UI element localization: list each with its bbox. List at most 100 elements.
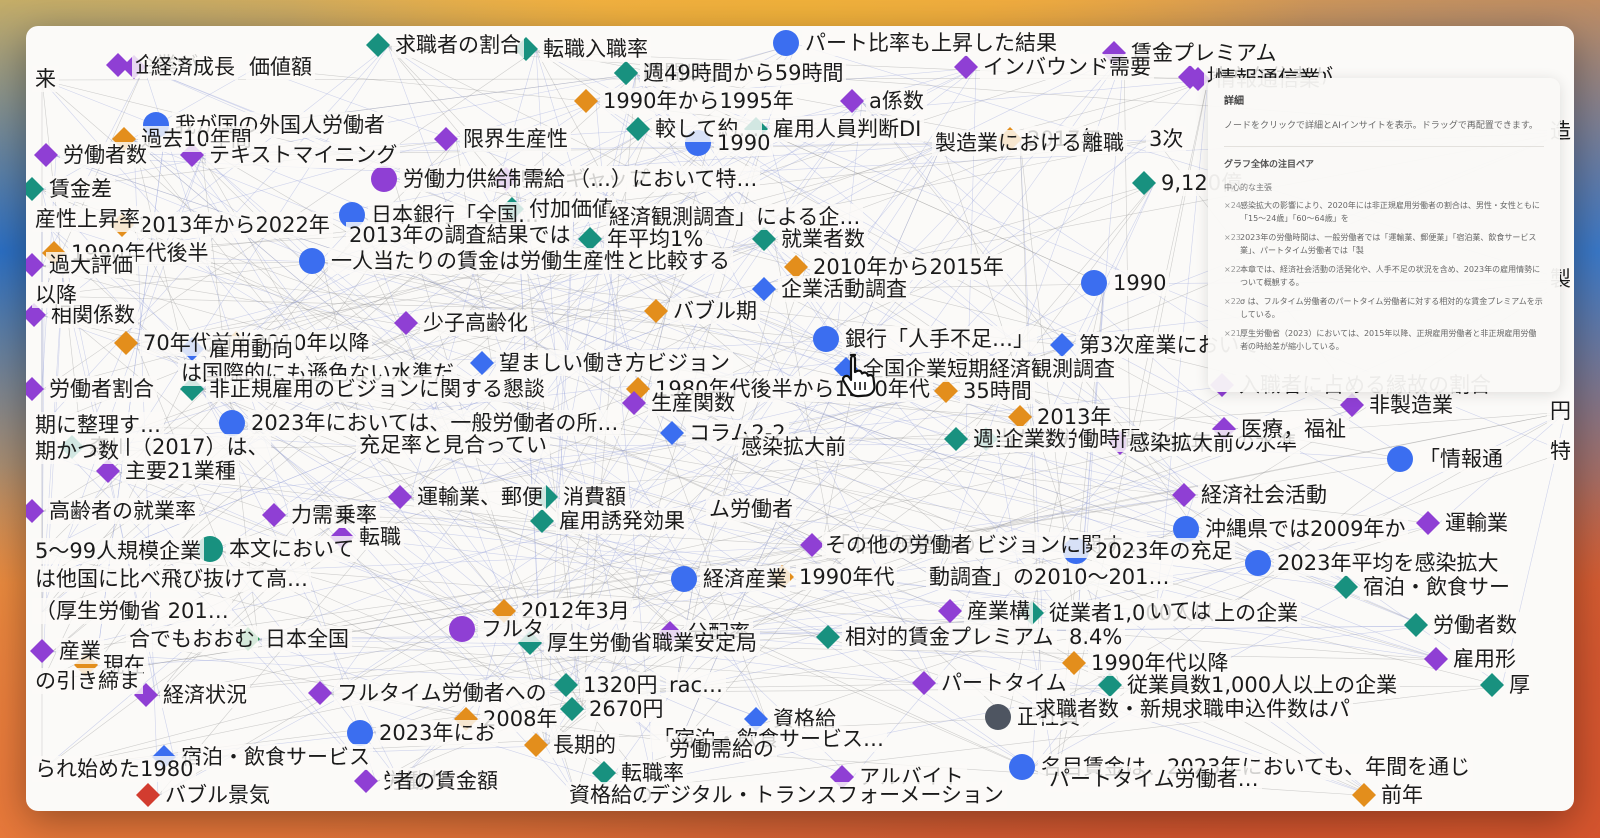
- node-marker-circle[interactable]: [347, 720, 373, 746]
- node-marker-diamond[interactable]: [330, 525, 354, 549]
- graph-edge: [41, 425, 367, 447]
- node-marker-diamond[interactable]: [26, 177, 44, 201]
- node-marker-diamond[interactable]: [180, 143, 204, 167]
- graph-edge: [219, 549, 541, 645]
- node-marker-diamond[interactable]: [42, 241, 66, 265]
- graph-edge: [155, 613, 1043, 697]
- node-marker-circle[interactable]: [1063, 538, 1089, 564]
- pair-item[interactable]: ×22 本章では、経済社会活動の活発化や、人手不足の状況を含め、2023年の雇用情…: [1224, 263, 1544, 289]
- graph-edge: [1123, 53, 1131, 445]
- graph-window: 求職者の割合 転職入職率 時間以上 パート比率も上昇した結果 賃金プレミアム 地方在住者が…: [26, 26, 1574, 811]
- node-marker-circle[interactable]: [219, 410, 245, 436]
- node-marker-diamond[interactable]: [492, 599, 516, 623]
- node-marker-diamond[interactable]: [180, 377, 204, 401]
- node-marker-diamond[interactable]: [578, 227, 602, 251]
- node-marker-diamond[interactable]: [626, 117, 650, 141]
- node-marker-diamond[interactable]: [180, 337, 204, 361]
- node-marker-diamond[interactable]: [1480, 673, 1504, 697]
- node-marker-circle[interactable]: [1081, 270, 1107, 296]
- node-marker-diamond[interactable]: [934, 379, 958, 403]
- node-marker-diamond[interactable]: [1050, 333, 1074, 357]
- node-marker-circle[interactable]: [813, 326, 839, 352]
- node-marker-diamond[interactable]: [912, 671, 936, 695]
- node-marker-circle[interactable]: [449, 616, 475, 642]
- node-marker-diamond[interactable]: [60, 435, 84, 459]
- pair-text: 感染拡大の影響により、2020年には非正規雇用労働者の割合は、男性・女性ともに「…: [1240, 201, 1540, 223]
- graph-edge: [41, 373, 189, 683]
- node-marker-circle[interactable]: [685, 130, 711, 156]
- node-marker-diamond[interactable]: [1132, 171, 1156, 195]
- node-marker-circle[interactable]: [1009, 754, 1035, 780]
- node-marker-diamond[interactable]: [830, 765, 854, 789]
- graph-edge: [135, 639, 477, 721]
- node-marker-diamond[interactable]: [26, 303, 46, 327]
- graph-edge: [471, 411, 1567, 631]
- node-marker-diamond[interactable]: [434, 127, 458, 151]
- node-marker-diamond[interactable]: [1098, 673, 1122, 697]
- node-marker-diamond[interactable]: [1102, 41, 1126, 65]
- pair-item[interactable]: ×22 σ は、フルタイム労働者のパートタイム労働者に対する相対的な賃金プレミアム…: [1224, 295, 1544, 321]
- node-marker-diamond[interactable]: [524, 733, 548, 757]
- pair-count: ×23: [1224, 233, 1241, 242]
- node-marker-diamond[interactable]: [1404, 613, 1428, 637]
- node-marker-circle[interactable]: [985, 704, 1011, 730]
- node-marker-circle[interactable]: [197, 536, 223, 562]
- node-marker-diamond[interactable]: [34, 143, 58, 167]
- node-marker-diamond[interactable]: [954, 55, 978, 79]
- node-marker-diamond[interactable]: [744, 707, 768, 731]
- node-marker-diamond[interactable]: [26, 377, 44, 401]
- node-marker-diamond[interactable]: [152, 745, 176, 769]
- node-marker-circle[interactable]: [1387, 446, 1413, 472]
- node-marker-diamond[interactable]: [136, 783, 160, 807]
- node-marker-diamond[interactable]: [262, 503, 286, 527]
- node-marker-circle[interactable]: [773, 30, 799, 56]
- node-marker-diamond[interactable]: [26, 499, 44, 523]
- pair-count: ×24: [1224, 201, 1241, 210]
- graph-edge: [51, 651, 677, 687]
- node-marker-diamond[interactable]: [366, 33, 390, 57]
- node-marker-diamond[interactable]: [514, 37, 538, 61]
- node-marker-circle[interactable]: [1245, 550, 1271, 576]
- pair-item[interactable]: ×23 2023年の労働時間は、一般労働者では「運輸業、郵便業」「宿泊業、飲食サー…: [1224, 231, 1544, 257]
- node-marker-diamond[interactable]: [592, 761, 616, 785]
- graph-edge: [41, 67, 145, 297]
- node-marker-circle[interactable]: [299, 248, 325, 274]
- graph-edge: [387, 45, 1209, 81]
- node-marker-diamond[interactable]: [112, 127, 136, 151]
- node-marker-circle[interactable]: [1173, 516, 1199, 542]
- pair-item[interactable]: ×24 感染拡大の影響により、2020年には非正規雇用労働者の割合は、男性・女性と…: [1224, 199, 1544, 225]
- node-marker-diamond[interactable]: [26, 253, 44, 277]
- panel-hint: ノードをクリックで詳細とAIインサイトを表示。ドラッグで再配置できます。: [1224, 121, 1538, 131]
- graph-edge: [959, 183, 1155, 613]
- graph-edge: [81, 155, 203, 449]
- node-marker-diamond[interactable]: [1062, 651, 1086, 675]
- node-marker-diamond[interactable]: [394, 311, 418, 335]
- graph-edge: [409, 391, 957, 499]
- node-marker-circle[interactable]: [143, 112, 169, 138]
- node-marker-circle[interactable]: [671, 566, 697, 592]
- pair-text: 厚生労働省（2023）においては、2015年以降、正規雇用労働者と非正規雇用労働…: [1240, 329, 1537, 351]
- node-marker-diamond[interactable]: [308, 681, 332, 705]
- graph-edge: [773, 289, 1031, 419]
- node-marker-circle[interactable]: [371, 166, 397, 192]
- node-marker-diamond[interactable]: [1334, 575, 1358, 599]
- graph-edge: [201, 389, 1057, 781]
- graph-edge: [1055, 283, 1105, 781]
- node-marker-diamond[interactable]: [354, 769, 378, 793]
- node-marker-diamond[interactable]: [1340, 393, 1364, 417]
- graph-edge: [1071, 183, 1155, 347]
- graph-edge: [173, 745, 547, 759]
- node-marker-diamond[interactable]: [840, 89, 864, 113]
- node-marker-diamond[interactable]: [110, 213, 134, 237]
- node-marker-diamond[interactable]: [30, 639, 54, 663]
- pair-item[interactable]: ×21 厚生労働省（2023）においては、2015年以降、正規雇用労働者と非正規雇…: [1224, 327, 1544, 353]
- graph-edge: [201, 215, 363, 391]
- node-marker-diamond[interactable]: [770, 565, 794, 589]
- node-marker-diamond[interactable]: [122, 55, 146, 79]
- node-marker-diamond[interactable]: [944, 427, 968, 451]
- graph-edge: [173, 717, 1009, 759]
- graph-edge: [55, 139, 1157, 157]
- node-marker-diamond[interactable]: [1352, 783, 1376, 807]
- node-marker-circle[interactable]: [339, 202, 365, 228]
- graph-edge: [41, 295, 667, 313]
